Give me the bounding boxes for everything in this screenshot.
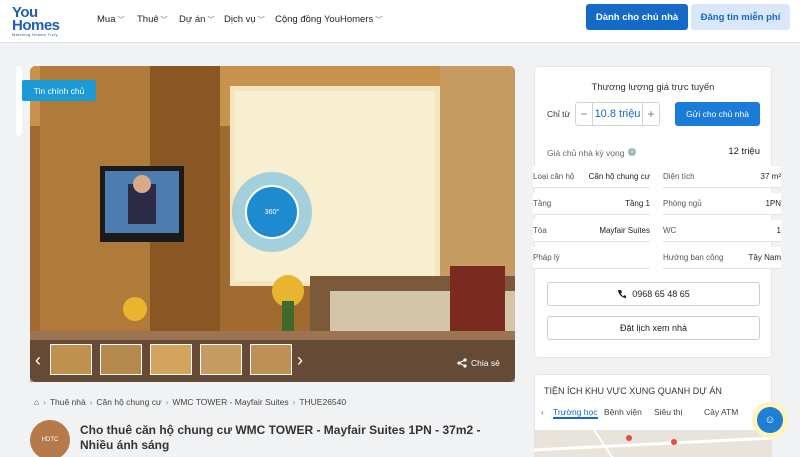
thumbnail[interactable] [100,344,142,375]
breadcrumb: ⌂ › Thuê nhà › Căn hộ chung cư › WMC TOWER … [34,397,347,407]
spec-row: Tầng Tầng 1 [533,193,650,215]
call-phone-button[interactable]: 0968 65 48 65 [547,282,760,306]
next-photo-arrow-icon[interactable]: › [297,350,303,371]
spec-row: Tòa Mayfair Suites [533,220,650,242]
youhomes-logo[interactable]: You Homes Matching Homes Truly [12,5,72,37]
area-map[interactable] [533,429,773,457]
spec-row: Pháp lý [533,247,650,269]
negotiation-heading: Thương lượng giá trực tuyến [591,82,715,93]
thumbnail[interactable] [200,344,242,375]
tab-prev-arrow-icon[interactable]: ‹ [541,407,544,417]
prev-photo-arrow-icon[interactable]: ‹ [35,350,41,371]
chatbot-icon: ☺ [757,407,783,433]
from-label: Chỉ từ [547,109,571,119]
panorama-360-button[interactable]: 360° [232,172,312,252]
share-button[interactable]: Chia sẻ [457,358,500,368]
owner-avatar: HDTC [30,420,70,457]
plus-button[interactable]: + [643,107,659,121]
chatbot-button[interactable]: ☺ [752,402,788,438]
nav-du-an[interactable]: Dự án ﹀ [179,14,214,25]
expected-price-value: 12 triệu [728,146,760,157]
thumbnail[interactable] [50,344,92,375]
tab-hospitals[interactable]: Bệnh viện [604,407,642,417]
spec-row: Diện tích 37 m² [663,166,781,188]
offer-price-stepper[interactable]: − 10.8 triệu + [575,102,660,126]
side-strip [16,66,22,136]
send-to-owner-button[interactable]: Gửi cho chủ nhà [675,102,760,126]
spec-row: Phòng ngủ 1PN [663,193,781,215]
breadcrumb-item[interactable]: WMC TOWER - Mayfair Suites [172,397,288,407]
share-label: Chia sẻ [471,358,500,368]
phone-icon [618,290,627,298]
breadcrumb-item: THUE26540 [299,397,347,407]
spec-row: Hướng ban công Tây Nam [663,247,781,269]
minus-button[interactable]: − [576,107,592,121]
spec-row: Loại căn hộ Căn hộ chung cư [533,166,650,188]
nav-thue[interactable]: Thuê ﹀ [137,14,168,25]
chevron-down-icon: ﹀ [375,16,383,24]
tab-atm[interactable]: Cây ATM [704,407,738,417]
nav-dich-vu[interactable]: Dịch vụ ﹀ [224,14,265,25]
amenities-title: TIỆN ÍCH KHU VỰC XUNG QUANH DỰ ÁN [544,386,722,396]
tab-schools[interactable]: Trường học [553,407,598,419]
chevron-down-icon: ﹀ [117,16,125,24]
info-icon[interactable]: i [628,148,636,156]
nav-mua[interactable]: Mua ﹀ [97,14,124,25]
thumbnail[interactable] [250,344,292,375]
spec-row: WC 1 [663,220,781,242]
tab-supermarkets[interactable]: Siêu thị [654,407,682,417]
breadcrumb-item[interactable]: Thuê nhà [50,397,86,407]
schedule-viewing-button[interactable]: Đặt lịch xem nhà [547,316,760,340]
thumbnail[interactable] [150,344,192,375]
chevron-down-icon: ﹀ [257,16,265,24]
home-icon[interactable]: ⌂ [34,397,39,407]
for-owners-button[interactable]: Dành cho chủ nhà [586,4,688,30]
panorama-label: 360° [264,208,280,216]
panorama-360-icon: 360° [245,185,299,239]
offer-price-value[interactable]: 10.8 triệu [592,103,643,125]
owner-listing-badge: Tin chính chủ [22,80,96,101]
nav-cong-dong[interactable]: Cộng đồng YouHomers ﹀ [275,14,382,25]
chevron-down-icon: ﹀ [160,16,168,24]
expected-price-label: Giá chủ nhà kỳ vọng [547,148,625,158]
post-free-listing-button[interactable]: Đăng tin miễn phí [691,4,790,30]
phone-number: 0968 65 48 65 [632,289,690,299]
listing-title: Cho thuê căn hộ chung cư WMC TOWER - May… [80,423,481,452]
chevron-down-icon: ﹀ [207,16,215,24]
share-icon [457,358,467,368]
breadcrumb-item[interactable]: Căn hộ chung cư [96,397,161,407]
